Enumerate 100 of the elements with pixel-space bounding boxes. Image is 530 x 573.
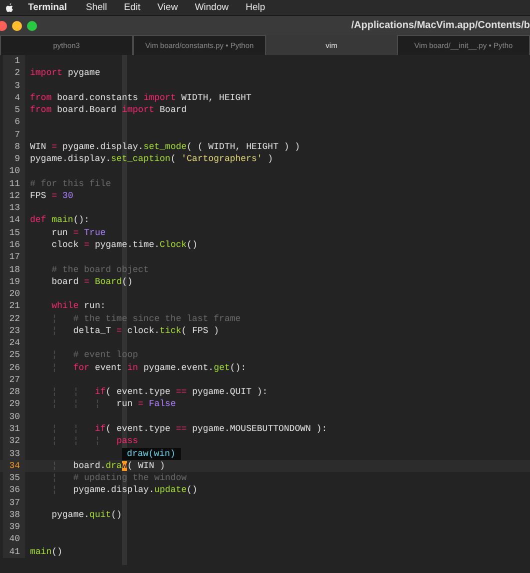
- keyword: import: [30, 68, 62, 78]
- completion-popup[interactable]: draw(win): [122, 448, 182, 460]
- function-name: dra: [106, 460, 122, 471]
- constant: True: [84, 228, 106, 238]
- menu-item[interactable]: Shell: [86, 2, 108, 13]
- indent-guide: ¦: [52, 424, 58, 434]
- code-editor[interactable]: [0, 55, 530, 573]
- line-number: 16: [3, 238, 25, 252]
- indent-guide: ¦: [52, 314, 58, 324]
- constant: False: [148, 399, 176, 410]
- function-name: tick: [160, 326, 182, 336]
- menu-item[interactable]: Edit: [124, 2, 140, 13]
- line-number: 14: [3, 214, 25, 227]
- function-name: Board: [94, 276, 122, 287]
- code-text: pygame: [68, 68, 100, 78]
- keyword: from: [30, 105, 52, 116]
- operator: =: [138, 399, 144, 410]
- code-text: (): [52, 546, 62, 557]
- menu-item[interactable]: Help: [246, 2, 266, 13]
- function-name: get: [214, 362, 230, 373]
- code-text: FPS: [30, 190, 46, 201]
- code-text: ( event.type: [106, 424, 170, 434]
- line-number: 35: [3, 472, 25, 484]
- indent-guide: ¦: [52, 362, 58, 373]
- line-number: 15: [3, 226, 25, 239]
- code-text: pygame.: [52, 510, 90, 520]
- window-title: /Applications/MacVim.app/Contents/b: [351, 20, 530, 31]
- function-name: update: [154, 485, 187, 496]
- line-number: 5: [3, 104, 25, 116]
- line-number: 9: [3, 153, 25, 166]
- function-name: quit: [89, 510, 112, 520]
- code-text: pygame.display.: [62, 142, 144, 152]
- keyword: import: [143, 92, 176, 103]
- line-number: 4: [3, 92, 25, 104]
- function-name: Clock: [160, 240, 187, 250]
- code-text: ():: [230, 362, 246, 373]
- code-comment: # event loop: [73, 350, 138, 360]
- keyword: while: [52, 301, 79, 312]
- line-number: 32: [3, 435, 25, 448]
- keyword: from: [30, 92, 52, 103]
- indent-guide: ¦: [73, 424, 79, 434]
- code-text: pygame.MOUSEBUTTONDOWN ):: [192, 424, 328, 434]
- keyword: import: [122, 105, 154, 116]
- line-number: 27: [3, 374, 25, 386]
- line-number: 25: [3, 349, 25, 362]
- menu-item[interactable]: Window: [194, 2, 229, 13]
- line-number: 18: [3, 264, 25, 276]
- operator: =: [73, 228, 79, 238]
- line-number: 12: [3, 190, 25, 202]
- line-number: 10: [3, 165, 25, 178]
- line-number: 24: [3, 337, 25, 350]
- code-text: ():: [73, 215, 90, 226]
- code-text: board.: [73, 460, 106, 471]
- line-number: 8: [3, 140, 25, 154]
- code-text: run: [52, 228, 68, 238]
- line-number: 19: [3, 276, 25, 288]
- line-number: 28: [3, 386, 25, 398]
- menu-item[interactable]: Terminal: [28, 2, 67, 13]
- line-number: 41: [3, 546, 25, 558]
- indent-guide: ¦: [52, 436, 58, 446]
- code-text: ( FPS ): [181, 326, 220, 336]
- line-number: 31: [3, 422, 25, 436]
- zoom-button[interactable]: [27, 20, 37, 30]
- code-text: ( WIN ): [127, 460, 166, 471]
- code-text: (: [170, 154, 176, 164]
- indent-guide: ¦: [94, 436, 100, 446]
- line-number: 22: [3, 312, 25, 325]
- menu-item[interactable]: View: [157, 2, 178, 13]
- line-number: 11: [3, 178, 25, 190]
- indent-guide: ¦: [52, 326, 58, 336]
- line-number: 17: [3, 251, 25, 264]
- line-number: 36: [3, 484, 25, 497]
- indent-guide: ¦: [52, 473, 58, 484]
- function-name: set_caption: [111, 154, 170, 164]
- code-text: pygame.display.: [73, 485, 154, 496]
- minimize-button[interactable]: [12, 20, 22, 30]
- keyword: for: [73, 362, 90, 373]
- code-text: board.Board: [57, 105, 116, 116]
- code-text: board: [52, 276, 79, 287]
- line-number: 40: [3, 533, 25, 546]
- code-text: WIDTH, HEIGHT: [181, 92, 252, 103]
- close-button[interactable]: [0, 20, 7, 30]
- code-text: (): [111, 510, 122, 520]
- code-comment: # for this file: [30, 178, 112, 189]
- indent-guide: ¦: [94, 399, 100, 410]
- line-number: 1: [3, 55, 25, 68]
- line-number: 20: [3, 288, 25, 300]
- apple-logo-icon[interactable]: [5, 2, 14, 12]
- line-number: 38: [3, 508, 25, 522]
- code-text: clock.: [127, 326, 160, 336]
- code-text: pygame.QUIT ):: [192, 387, 268, 398]
- string-literal: 'Cartographers': [181, 154, 262, 164]
- code-text: (): [186, 485, 198, 496]
- indent-guide: ¦: [52, 485, 58, 496]
- line-number: 2: [3, 67, 25, 80]
- function-name: main: [52, 215, 74, 226]
- code-text: (): [122, 276, 133, 287]
- line-number: 7: [3, 128, 25, 141]
- keyword: if: [94, 424, 106, 434]
- code-text: ( event.type: [106, 387, 170, 398]
